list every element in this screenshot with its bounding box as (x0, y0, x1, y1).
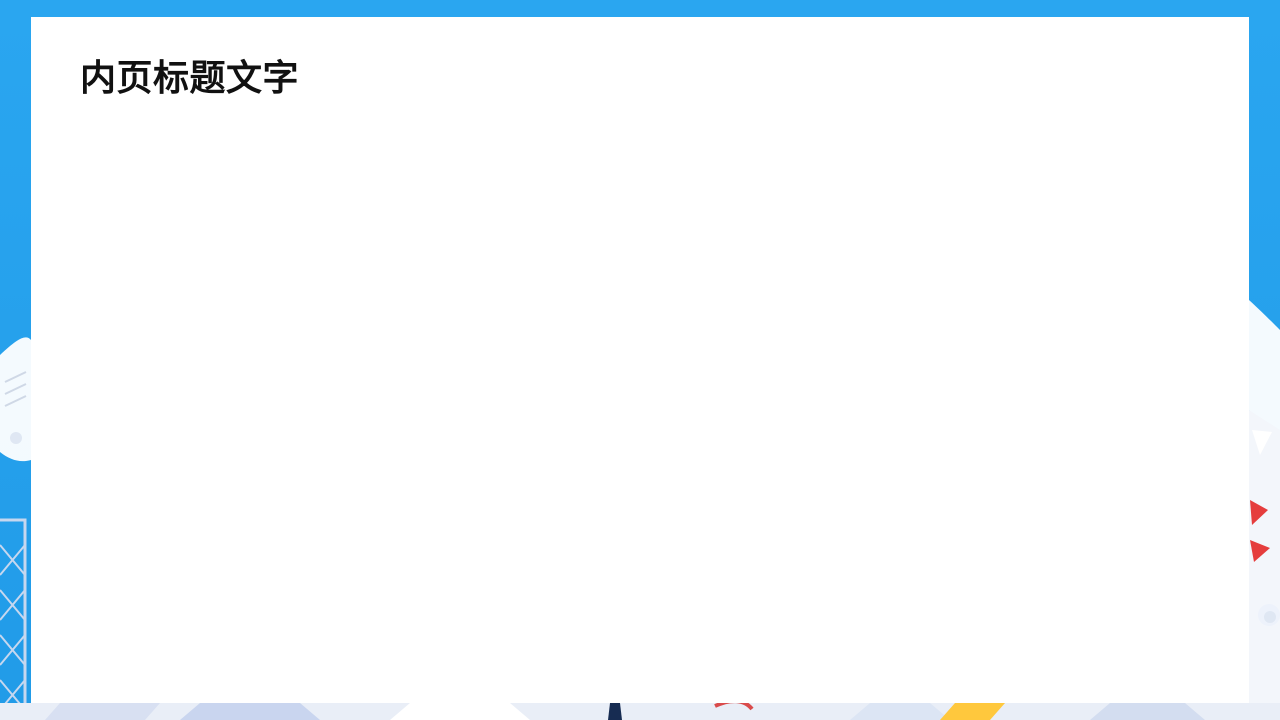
page-title: 内页标题文字 (80, 58, 300, 99)
slide-content-card: 内页标题文字 (31, 17, 1249, 703)
